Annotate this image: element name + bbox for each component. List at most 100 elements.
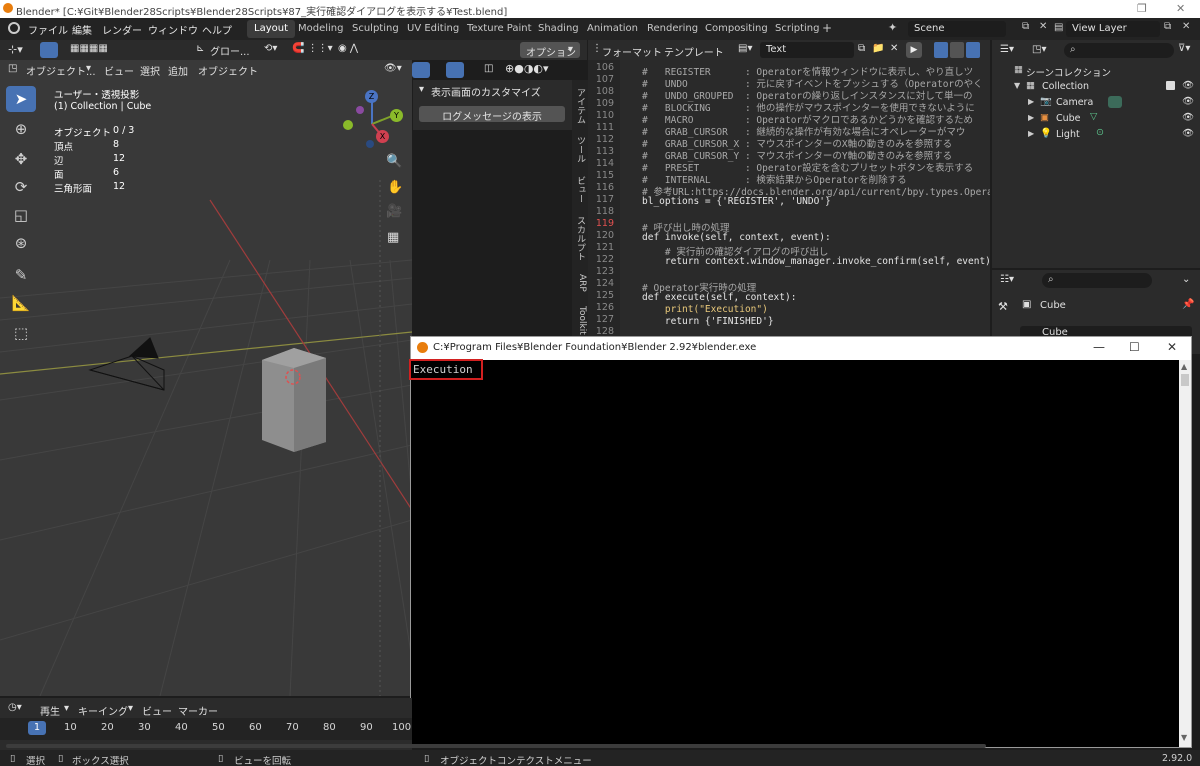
syntax-highlight-toggle[interactable]: [966, 42, 980, 58]
text-editor[interactable]: ⋮ フォーマット テンプレート ▤▾ Text ⧉ 📁 ✕ ▶ 106 107 10…: [588, 40, 990, 340]
outliner[interactable]: ☰▾ ◳▾ ⌕ ⊽▾ ▦ シーンコレクション ▼ ▦ Collection 👁 …: [992, 40, 1200, 268]
eye-icon[interactable]: 👁: [1182, 96, 1194, 107]
camera-view-icon[interactable]: 🎥: [386, 204, 402, 219]
tab-item[interactable]: アイテム: [573, 88, 587, 124]
pivot-icon[interactable]: ⟲▾: [264, 43, 277, 54]
tab-uv-editing[interactable]: UV Editing: [400, 20, 466, 38]
line-numbers-toggle[interactable]: [934, 42, 948, 58]
word-wrap-toggle[interactable]: [950, 42, 964, 58]
collection-row[interactable]: ▼ ▦ Collection 👁: [992, 79, 1200, 95]
menu-file[interactable]: ファイル: [28, 22, 68, 37]
tab-view[interactable]: ビュー: [573, 176, 587, 203]
scroll-down-icon[interactable]: ▼: [1181, 733, 1187, 742]
tab-shading[interactable]: Shading: [531, 20, 586, 38]
menu-template[interactable]: テンプレート: [664, 44, 724, 59]
scale-tool-button[interactable]: ◱: [6, 202, 36, 228]
expand-arrow-icon[interactable]: ▶: [1028, 113, 1034, 122]
tab-sculpting[interactable]: Sculpting: [345, 20, 406, 38]
menu-object[interactable]: オブジェクト: [198, 63, 258, 78]
menu-playback[interactable]: 再生: [40, 703, 60, 718]
outliner-search-input[interactable]: ⌕: [1064, 43, 1174, 58]
open-text-icon[interactable]: 📁: [872, 43, 884, 54]
close-icon[interactable]: ✕: [1167, 340, 1177, 354]
perspective-grid-icon[interactable]: ▦: [387, 230, 399, 245]
maximize-icon[interactable]: ☐: [1129, 340, 1140, 354]
tab-sculpt[interactable]: スカルプト: [573, 216, 587, 261]
close-scene-icon[interactable]: ✕: [1039, 21, 1047, 32]
gizmo-y-axis[interactable]: Y: [390, 109, 403, 122]
tab-compositing[interactable]: Compositing: [698, 20, 775, 38]
pin-icon[interactable]: 📌: [1182, 299, 1194, 310]
blender-menu-icon[interactable]: [8, 22, 20, 34]
outliner-item-light[interactable]: ▶ 💡 Light ⊙ 👁: [992, 127, 1200, 143]
menu-view[interactable]: ビュー: [104, 63, 134, 78]
close-window-icon[interactable]: ✕: [1176, 2, 1185, 15]
expand-arrow-icon[interactable]: ▼: [1014, 81, 1020, 90]
menu-render[interactable]: レンダー: [102, 22, 142, 37]
text-file-selector[interactable]: Text: [760, 42, 854, 58]
add-cube-tool-button[interactable]: ⬚: [6, 320, 36, 346]
navigation-gizmo[interactable]: Z Y X: [340, 88, 406, 154]
copy-icon[interactable]: ⧉: [1022, 21, 1029, 32]
tab-toolkit[interactable]: Toolkit: [573, 306, 587, 335]
options-dropdown[interactable]: オプション ▾: [520, 42, 580, 59]
editor-type-icon[interactable]: ⋮: [592, 43, 602, 54]
zoom-icon[interactable]: 🔍: [386, 154, 402, 169]
visibility-icon[interactable]: 👁▾: [384, 63, 402, 74]
xray-icon[interactable]: ◫: [484, 63, 493, 74]
eye-icon[interactable]: 👁: [1182, 112, 1194, 123]
menu-help[interactable]: ヘルプ: [202, 22, 232, 37]
rotate-tool-button[interactable]: ⟳: [6, 174, 36, 200]
copy-view-layer-icon[interactable]: ⧉: [1164, 21, 1171, 32]
menu-marker[interactable]: マーカー: [178, 703, 218, 718]
tab-modeling[interactable]: Modeling: [291, 20, 351, 38]
tab-arp[interactable]: ARP: [573, 274, 587, 292]
cursor-tool-button[interactable]: ⊕: [6, 116, 36, 142]
console-output[interactable]: Execution: [409, 359, 1179, 747]
scroll-up-icon[interactable]: ▲: [1181, 362, 1187, 371]
scene-collection-row[interactable]: ▦ シーンコレクション: [992, 63, 1200, 79]
transform-tool-button[interactable]: ⊛: [6, 230, 36, 256]
scroll-thumb[interactable]: [1181, 374, 1189, 386]
overlay-toggle-button[interactable]: [446, 62, 464, 78]
tab-tool[interactable]: ツール: [573, 136, 587, 163]
chevron-down-icon[interactable]: ⌄: [1182, 274, 1190, 285]
editor-type-icon[interactable]: ☷▾: [1000, 274, 1014, 285]
editor-type-icon[interactable]: ⊹▾: [8, 43, 23, 56]
timeline[interactable]: ◷▾ 再生 ▾ キーイング ▾ ビュー マーカー 1 10 20 30 40 5…: [0, 698, 986, 750]
close-view-layer-icon[interactable]: ✕: [1182, 21, 1190, 32]
outliner-item-cube[interactable]: ▶ ▣ Cube ▽ 👁: [992, 111, 1200, 127]
tab-animation[interactable]: Animation: [580, 20, 645, 38]
select-tool-button[interactable]: ➤: [6, 86, 36, 112]
measure-tool-button[interactable]: 📐: [6, 290, 36, 316]
tab-layout[interactable]: Layout: [247, 20, 295, 38]
proportional-edit-icon[interactable]: ◉ ⋀: [338, 43, 358, 54]
snap-icon[interactable]: 🧲 ⋮⋮▾: [292, 43, 333, 54]
tool-properties-icon[interactable]: ⚒: [998, 300, 1008, 313]
eye-icon[interactable]: 👁: [1182, 80, 1194, 91]
view-layer-selector[interactable]: View Layer: [1066, 21, 1160, 37]
menu-view[interactable]: ビュー: [142, 703, 172, 718]
chevron-down-icon[interactable]: ▾: [419, 84, 424, 95]
menu-format[interactable]: フォーマット: [602, 44, 662, 59]
expand-arrow-icon[interactable]: ▶: [1028, 97, 1034, 106]
display-mode-icon[interactable]: ◳▾: [1032, 44, 1046, 55]
pan-hand-icon[interactable]: ✋: [387, 180, 403, 195]
run-script-button[interactable]: ▶: [906, 42, 922, 58]
show-log-button[interactable]: ログメッセージの表示: [419, 106, 565, 123]
eye-icon[interactable]: 👁: [1182, 128, 1194, 139]
restore-window-icon[interactable]: ❐: [1137, 2, 1147, 15]
editor-type-icon[interactable]: ☰▾: [1000, 44, 1014, 55]
menu-edit[interactable]: 編集: [72, 22, 92, 37]
include-checkbox[interactable]: [1166, 81, 1175, 90]
outliner-item-camera[interactable]: ▶ 📷 Camera 👁: [992, 95, 1200, 111]
menu-add[interactable]: 追加: [168, 63, 188, 78]
clock-icon[interactable]: ◷▾: [8, 702, 22, 713]
frame-ruler[interactable]: 1 10 20 30 40 50 60 70 80 90 100: [0, 718, 412, 740]
timeline-scrollbar[interactable]: [6, 744, 986, 748]
select-mode-button[interactable]: [40, 42, 58, 58]
gizmo-z-axis[interactable]: Z: [365, 90, 378, 103]
new-text-icon[interactable]: ⧉: [858, 43, 865, 54]
gizmo-x-axis[interactable]: X: [376, 130, 389, 143]
3d-viewport[interactable]: ➤ ⊕ ✥ ⟳ ◱ ⊛ ✎ 📐 ⬚ ユーザー・透視投影 (1) Collecti…: [0, 40, 412, 696]
